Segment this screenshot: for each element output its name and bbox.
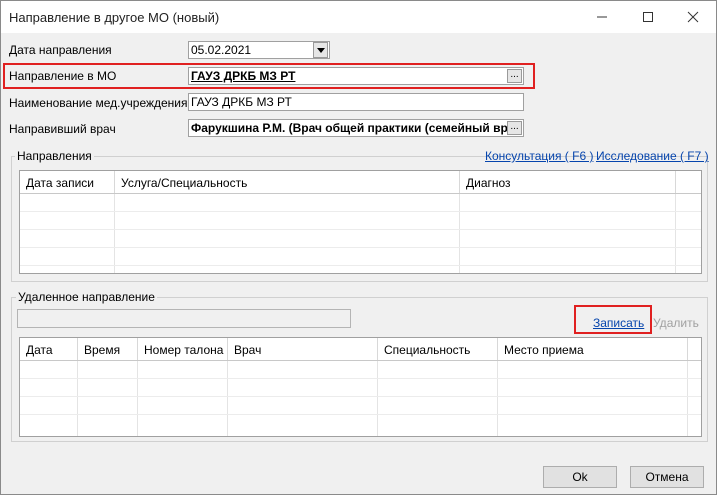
doctor-value: Фарукшина Р.М. (Врач общей практики (сем… [191, 121, 508, 135]
grid-column [20, 360, 78, 436]
header-divider [20, 193, 701, 194]
table-row [20, 229, 701, 230]
chevron-down-icon [317, 48, 325, 53]
institution-field[interactable]: ГАУЗ ДРКБ МЗ РТ [188, 93, 524, 111]
mo-select-button[interactable]: ... [507, 69, 522, 83]
doctor-select-button[interactable]: ... [507, 121, 522, 135]
table-row [20, 247, 701, 248]
column-header-diagnosis[interactable]: Диагноз [460, 171, 676, 193]
table-row [20, 211, 701, 212]
column-header-doctor[interactable]: Врач [228, 338, 378, 360]
date-field[interactable]: 05.02.2021 [188, 41, 330, 59]
referrals-title: Направления [15, 149, 94, 163]
column-header-service[interactable]: Услуга/Специальность [115, 171, 460, 193]
institution-value: ГАУЗ ДРКБ МЗ РТ [191, 95, 292, 109]
column-header-date[interactable]: Дата записи [20, 171, 115, 193]
mo-label: Направление в МО [9, 69, 117, 83]
date-label: Дата направления [9, 43, 112, 57]
grid-column [20, 193, 115, 273]
grid-column [460, 193, 676, 273]
table-row [20, 378, 701, 379]
date-dropdown-button[interactable] [313, 42, 328, 58]
table-row [20, 414, 701, 415]
column-header-time[interactable]: Время [78, 338, 138, 360]
grid-column [228, 360, 378, 436]
minimize-icon [597, 16, 607, 18]
grid-column [138, 360, 228, 436]
column-header-specialty[interactable]: Специальность [378, 338, 498, 360]
grid-column [378, 360, 498, 436]
consultation-link[interactable]: Консультация ( F6 ) [485, 149, 593, 163]
close-button[interactable] [670, 1, 716, 33]
grid-column [115, 193, 460, 273]
doctor-label: Направивший врач [9, 122, 116, 136]
date-value: 05.02.2021 [191, 43, 252, 57]
grid-column [78, 360, 138, 436]
header-divider [20, 360, 701, 361]
maximize-icon [643, 12, 653, 22]
close-icon [687, 11, 699, 23]
doctor-field[interactable]: Фарукшина Р.М. (Врач общей практики (сем… [188, 119, 524, 137]
table-row [20, 265, 701, 266]
ok-button[interactable]: Ok [543, 466, 617, 488]
column-header-ticket[interactable]: Номер талона [138, 338, 228, 360]
window-title: Направление в другое МО (новый) [9, 10, 220, 25]
maximize-button[interactable] [625, 1, 671, 33]
institution-label: Наименование мед.учреждения [9, 96, 188, 110]
referrals-grid[interactable]: Дата записи Услуга/Специальность Диагноз [19, 170, 702, 274]
record-link[interactable]: Записать [593, 316, 644, 330]
title-bar: Направление в другое МО (новый) [1, 1, 716, 33]
column-header-place[interactable]: Место приема [498, 338, 688, 360]
mo-field[interactable]: ГАУЗ ДРКБ МЗ РТ [188, 67, 524, 85]
column-header-date[interactable]: Дата [20, 338, 78, 360]
remote-referral-title: Удаленное направление [16, 290, 157, 304]
minimize-button[interactable] [579, 1, 625, 33]
cancel-button[interactable]: Отмена [630, 466, 704, 488]
remote-referral-field [17, 309, 351, 328]
table-row [20, 396, 701, 397]
dialog-window: Направление в другое МО (новый) Дата нап… [0, 0, 717, 495]
remote-grid[interactable]: Дата Время Номер талона Врач Специальнос… [19, 337, 702, 437]
delete-link[interactable]: Удалить [653, 316, 699, 330]
mo-value: ГАУЗ ДРКБ МЗ РТ [191, 69, 296, 83]
research-link[interactable]: Исследование ( F7 ) [596, 149, 709, 163]
grid-column [498, 360, 688, 436]
